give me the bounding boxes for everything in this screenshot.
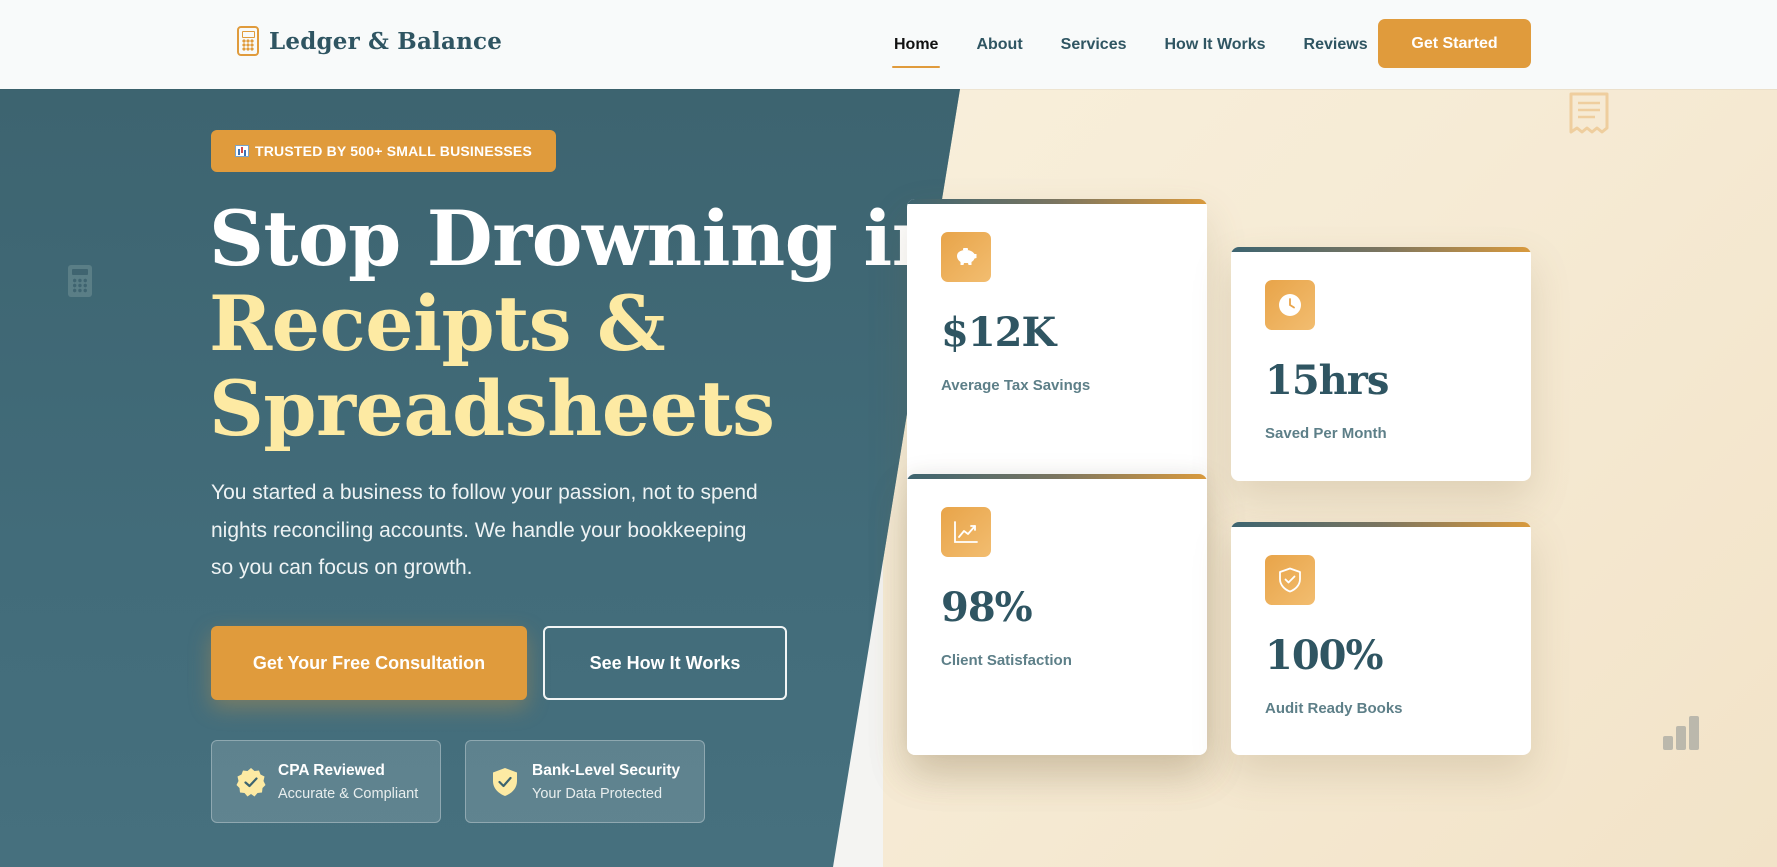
stat-label: Average Tax Savings <box>941 377 1091 394</box>
headline-line-2: Receipts & <box>209 279 666 368</box>
brand-name: Ledger & Balance <box>269 27 503 55</box>
shield-check-icon <box>493 767 517 796</box>
stat-card-satisfaction: 98% Client Satisfaction <box>907 474 1207 755</box>
stat-value: 100% <box>1265 632 1384 679</box>
hero-subtext: You started a business to follow your pa… <box>211 481 758 579</box>
stat-label: Saved Per Month <box>1265 425 1387 442</box>
brand-logo[interactable]: Ledger & Balance <box>237 26 502 56</box>
bar-chart-emoji-icon <box>235 145 249 157</box>
trust-item-cpa: CPA Reviewed Accurate & Compliant <box>211 740 441 823</box>
headline-line-1: Stop Drowning in <box>209 194 947 283</box>
trend-chart-icon <box>941 507 991 557</box>
clock-icon <box>1265 280 1315 330</box>
stat-label: Audit Ready Books <box>1265 700 1403 717</box>
stat-label: Client Satisfaction <box>941 652 1072 669</box>
free-consultation-button[interactable]: Get Your Free Consultation <box>211 626 527 700</box>
get-started-button[interactable]: Get Started <box>1378 19 1531 68</box>
top-navbar: Ledger & Balance Home About Services How… <box>0 0 1777 89</box>
stat-value: 98% <box>941 584 1033 631</box>
trust-title: Bank-Level Security <box>532 761 681 779</box>
see-how-it-works-button[interactable]: See How It Works <box>543 626 787 700</box>
nav-link-about[interactable]: About <box>976 28 1022 62</box>
stat-card-audit-ready: 100% Audit Ready Books <box>1231 522 1531 755</box>
calculator-icon <box>237 26 259 56</box>
nav-link-home[interactable]: Home <box>891 28 941 68</box>
stat-card-time-saved: 15hrs Saved Per Month <box>1231 247 1531 481</box>
receipt-decoration-icon <box>1565 88 1613 141</box>
trust-title: CPA Reviewed <box>278 761 385 779</box>
nav-links: Home About Services How It Works Reviews <box>891 0 1406 89</box>
stat-value: 15hrs <box>1265 357 1389 404</box>
nav-link-how-it-works[interactable]: How It Works <box>1165 28 1266 62</box>
stat-value: $12K <box>941 309 1056 356</box>
shield-check-icon <box>1265 555 1315 605</box>
piggy-bank-icon <box>941 232 991 282</box>
trust-subtitle: Your Data Protected <box>532 785 663 802</box>
bar-chart-decoration-icon <box>1663 716 1699 750</box>
trust-badge-text: TRUSTED BY 500+ SMALL BUSINESSES <box>255 143 533 159</box>
calculator-decoration-icon <box>68 265 92 297</box>
check-seal-icon <box>236 767 266 796</box>
headline-line-3: Spreadsheets <box>209 364 775 453</box>
nav-link-reviews[interactable]: Reviews <box>1304 28 1368 62</box>
trust-subtitle: Accurate & Compliant <box>278 785 419 802</box>
trust-badge: TRUSTED BY 500+ SMALL BUSINESSES <box>211 130 557 172</box>
hero-headline: Stop Drowning in Receipts & Spreadsheets <box>209 194 947 453</box>
nav-link-services[interactable]: Services <box>1061 28 1127 62</box>
trust-item-security: Bank-Level Security Your Data Protected <box>465 740 705 823</box>
